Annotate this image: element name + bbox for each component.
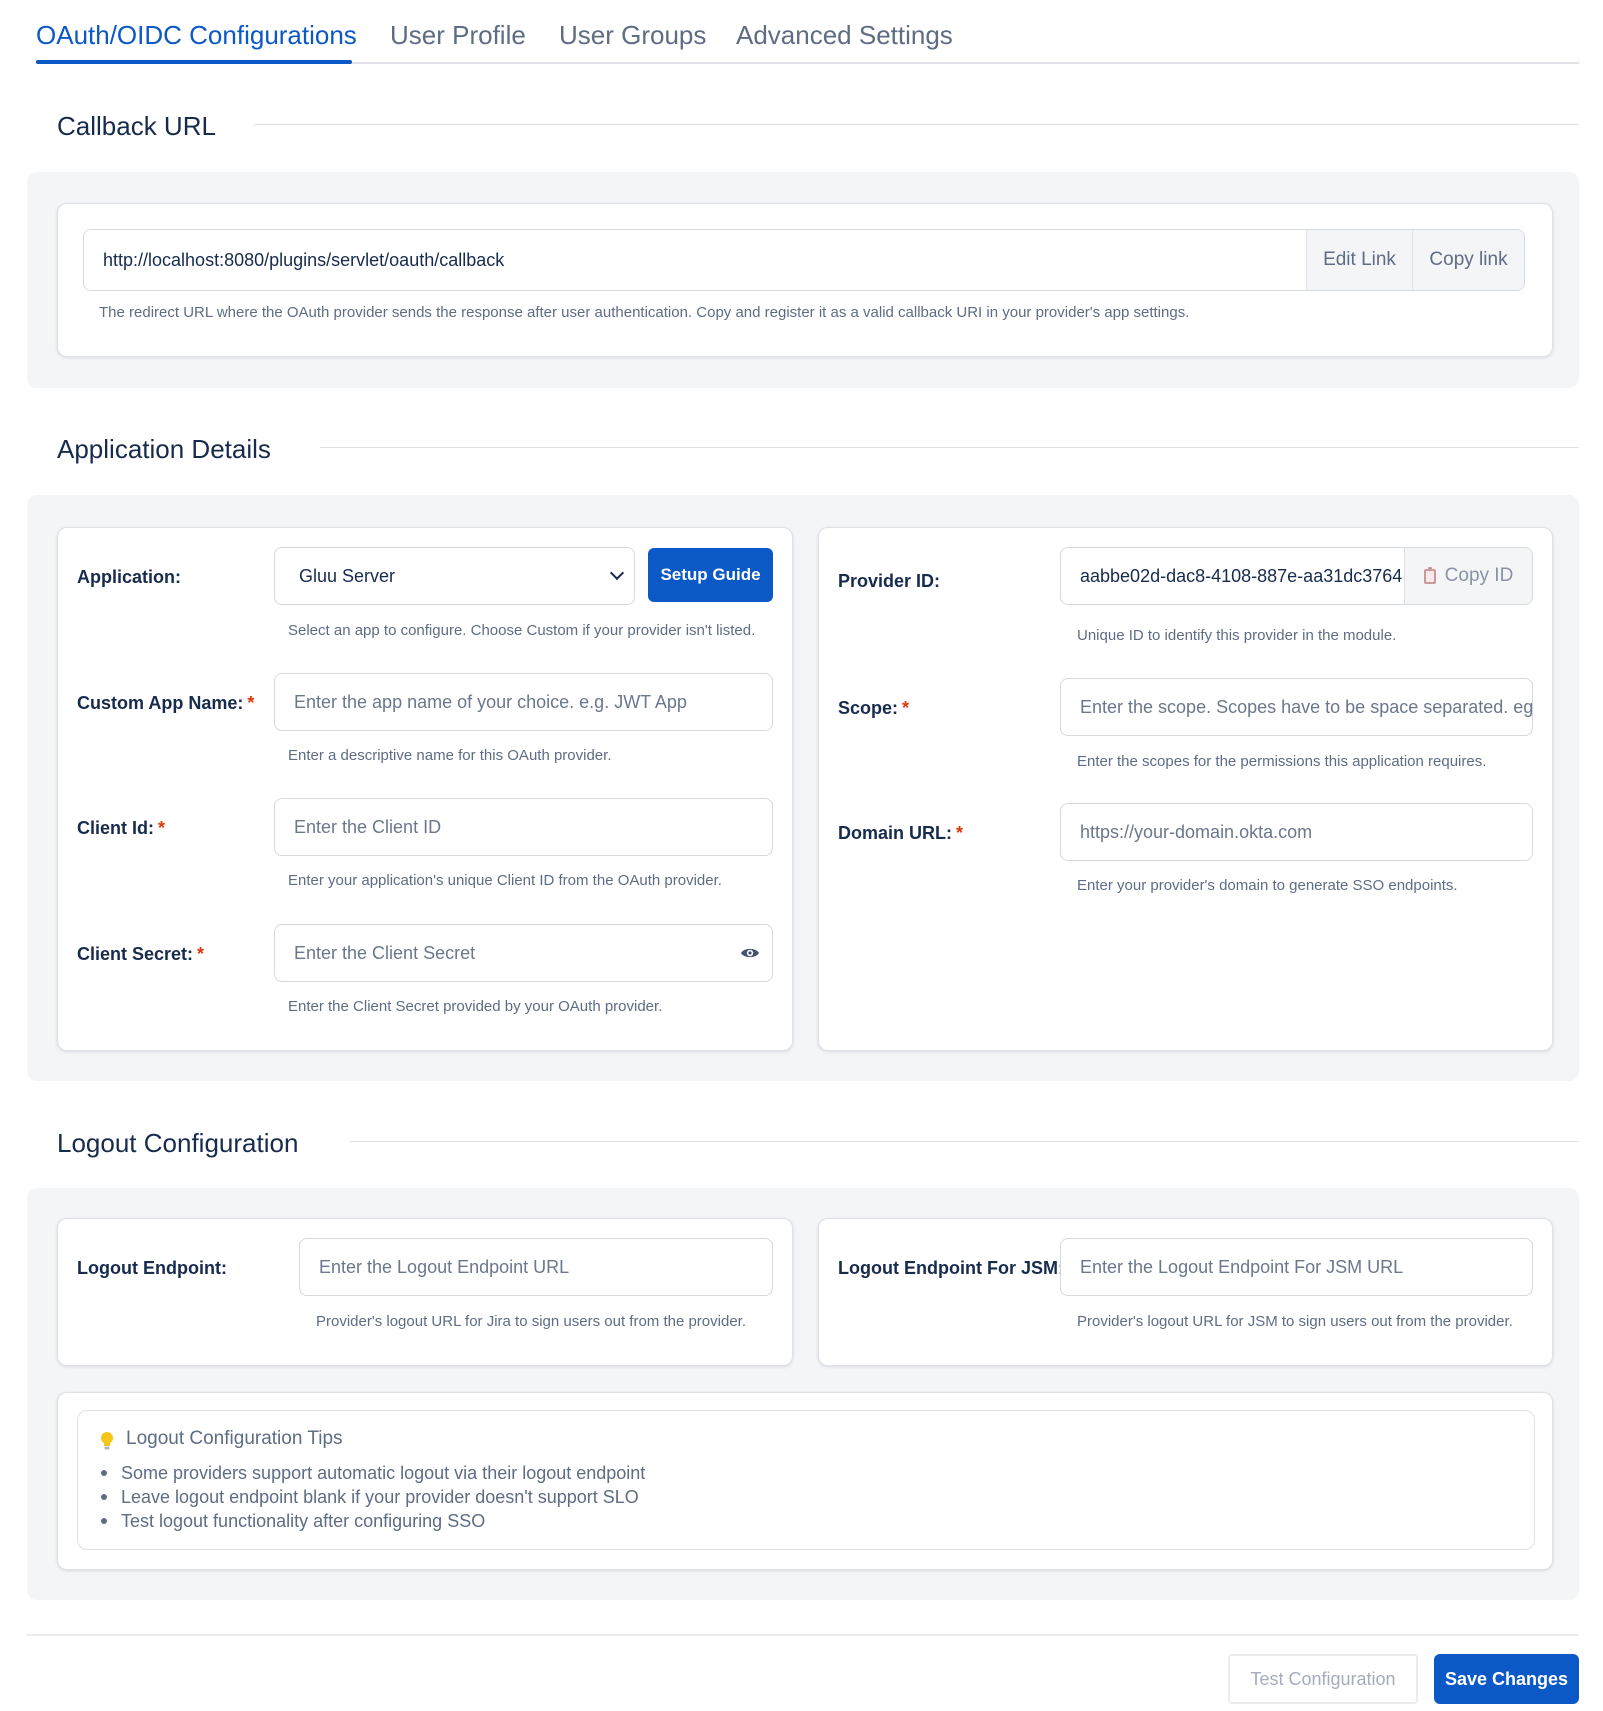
custom-app-name-label: Custom App Name: * xyxy=(77,693,255,713)
application-details-right-card xyxy=(818,527,1553,1051)
logout-tips-list: Some providers support automatic logout … xyxy=(101,1461,645,1533)
application-details-title: Application Details xyxy=(57,434,271,464)
provider-id-label: Provider ID: xyxy=(838,571,941,591)
eye-icon[interactable] xyxy=(740,946,760,960)
client-id-help: Enter your application's unique Client I… xyxy=(288,872,722,889)
client-id-input[interactable] xyxy=(274,798,773,856)
logout-endpoint-jsm-label: Logout Endpoint For JSM: xyxy=(838,1258,1064,1278)
copy-link-button[interactable]: Copy link xyxy=(1412,230,1524,290)
client-secret-label: Client Secret: * xyxy=(77,944,205,964)
section-divider xyxy=(350,1141,1579,1142)
callback-url-group: http://localhost:8080/plugins/servlet/oa… xyxy=(83,229,1525,291)
logout-endpoint-jsm-input[interactable] xyxy=(1060,1238,1533,1296)
provider-id-help: Unique ID to identify this provider in t… xyxy=(1077,627,1397,644)
edit-link-button[interactable]: Edit Link xyxy=(1306,230,1412,290)
logout-endpoint-help: Provider's logout URL for Jira to sign u… xyxy=(316,1313,746,1330)
active-tab-indicator xyxy=(36,60,352,64)
logout-tips-box: Logout Configuration Tips Some providers… xyxy=(77,1410,1535,1550)
test-configuration-button[interactable]: Test Configuration xyxy=(1228,1654,1418,1704)
save-changes-button[interactable]: Save Changes xyxy=(1434,1654,1579,1704)
clipboard-icon xyxy=(1423,566,1436,584)
callback-url-help: The redirect URL where the OAuth provide… xyxy=(99,304,1190,321)
scope-help: Enter the scopes for the permissions thi… xyxy=(1077,753,1487,770)
tab-user-profile[interactable]: User Profile xyxy=(390,20,526,51)
copy-id-button[interactable]: Copy ID xyxy=(1404,548,1532,604)
tab-user-groups[interactable]: User Groups xyxy=(559,20,706,51)
callback-url-title: Callback URL xyxy=(57,111,216,141)
tab-advanced-settings[interactable]: Advanced Settings xyxy=(736,20,953,51)
footer-divider xyxy=(27,1634,1579,1636)
application-help: Select an app to configure. Choose Custo… xyxy=(288,622,756,639)
provider-id-value: aabbe02d-dac8-4108-887e-aa31dc3764 xyxy=(1080,565,1403,586)
config-tabs: OAuth/OIDC Configurations User Profile U… xyxy=(36,0,1579,64)
client-secret-help: Enter the Client Secret provided by your… xyxy=(288,998,663,1015)
section-divider xyxy=(320,447,1579,448)
lightbulb-icon xyxy=(101,1432,113,1450)
section-divider xyxy=(254,124,1579,125)
domain-url-label: Domain URL: * xyxy=(838,823,964,843)
scope-input[interactable] xyxy=(1060,678,1533,736)
list-item: Leave logout endpoint blank if your prov… xyxy=(101,1485,645,1509)
logout-tips-title: Logout Configuration Tips xyxy=(126,1428,343,1449)
logout-endpoint-jsm-help: Provider's logout URL for JSM to sign us… xyxy=(1077,1313,1513,1330)
application-select[interactable]: Gluu Server xyxy=(274,547,635,605)
list-item: Some providers support automatic logout … xyxy=(101,1461,645,1485)
logout-endpoint-label: Logout Endpoint: xyxy=(77,1258,227,1278)
logout-endpoint-input[interactable] xyxy=(299,1238,773,1296)
callback-url-value[interactable]: http://localhost:8080/plugins/servlet/oa… xyxy=(84,230,1306,290)
application-selected-value: Gluu Server xyxy=(299,565,396,586)
domain-url-input[interactable] xyxy=(1060,803,1533,861)
tab-oauth-oidc-configurations[interactable]: OAuth/OIDC Configurations xyxy=(36,20,357,51)
custom-app-name-input[interactable] xyxy=(274,673,773,731)
client-secret-input[interactable] xyxy=(274,924,773,982)
domain-url-help: Enter your provider's domain to generate… xyxy=(1077,877,1458,894)
setup-guide-button[interactable]: Setup Guide xyxy=(648,548,773,602)
chevron-down-icon xyxy=(609,565,625,581)
logout-configuration-title: Logout Configuration xyxy=(57,1128,299,1158)
custom-app-name-help: Enter a descriptive name for this OAuth … xyxy=(288,747,612,764)
client-id-label: Client Id: * xyxy=(77,818,166,838)
list-item: Test logout functionality after configur… xyxy=(101,1509,645,1533)
application-label: Application: xyxy=(77,567,181,587)
scope-label: Scope: * xyxy=(838,698,910,718)
